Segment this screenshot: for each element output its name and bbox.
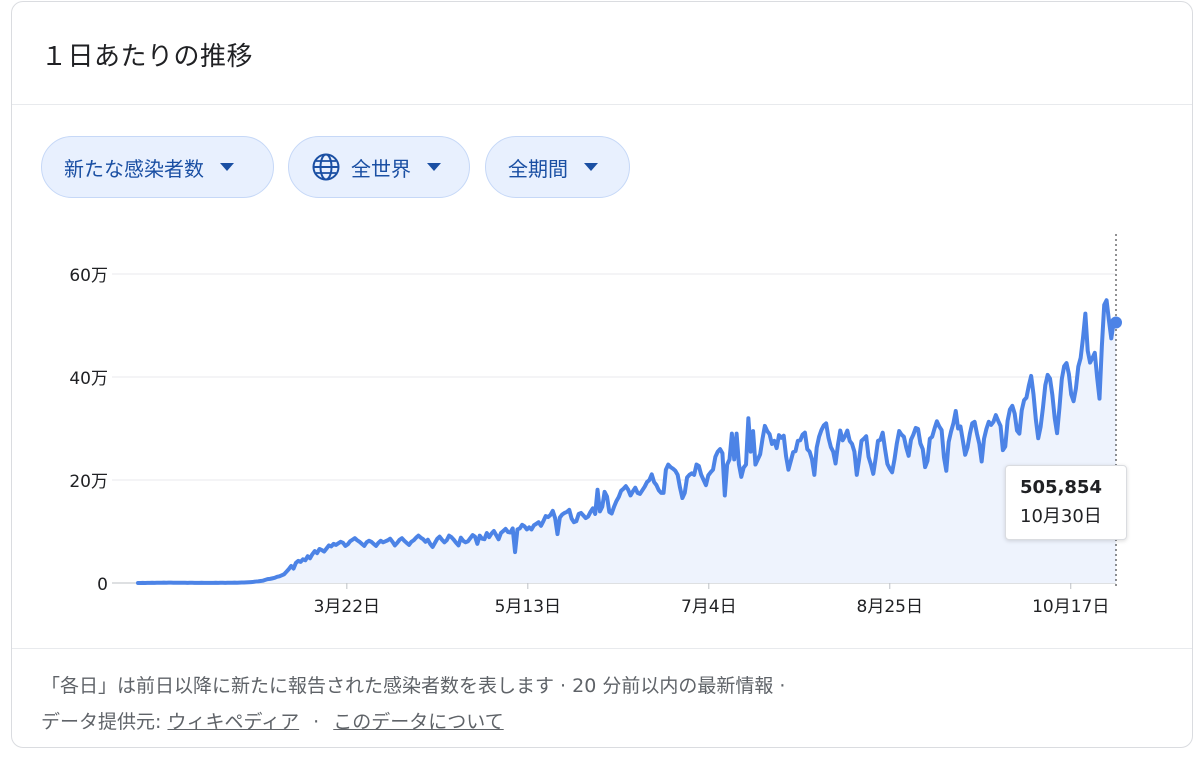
footer-note: 「各日」は前日以降に新たに報告された感染者数を表します · 20 分前以内の最新… [41,675,786,697]
x-tick-label: 3月22日 [314,597,380,617]
caret-down-icon [427,163,441,171]
tooltip-value: 505,854 [1020,477,1102,498]
y-tick-label: 40万 [69,369,108,389]
wikipedia-link[interactable]: ウィキペディア [167,711,299,733]
header-divider [12,104,1192,105]
metric-filter-button[interactable]: 新たな感染者数 [41,136,274,198]
metric-filter-label: 新たな感染者数 [64,156,204,181]
hover-tooltip: 505,854 10月30日 [1005,465,1127,540]
footer: 「各日」は前日以降に新たに報告された感染者数を表します · 20 分前以内の最新… [41,668,785,740]
globe-icon [311,152,341,182]
footer-divider [12,648,1192,649]
y-tick-label: 60万 [69,266,108,286]
caret-down-icon [584,163,598,171]
daily-trend-card: １日あたりの推移 新たな感染者数 全世界 全期間 0 20万 40万 60万 3月22日… [11,1,1193,748]
about-data-link[interactable]: このデータについて [333,711,503,733]
region-filter-button[interactable]: 全世界 [288,136,470,198]
source-separator: · [313,711,320,733]
x-tick-label: 10月17日 [1032,597,1109,617]
footer-source: データ提供元: ウィキペディア · このデータについて [41,704,785,740]
x-tick-label: 8月25日 [857,597,923,617]
tooltip-date: 10月30日 [1020,506,1102,527]
hover-point[interactable] [1110,316,1122,329]
y-tick-label: 0 [97,575,108,595]
x-tick-label: 5月13日 [495,597,561,617]
daily-cases-chart[interactable]: 0 20万 40万 60万 3月22日 5月13日 7月4日 8月25日 10月17日 [12,222,1194,662]
source-prefix: データ提供元: [41,711,162,733]
period-filter-button[interactable]: 全期間 [485,136,630,198]
caret-down-icon [220,163,234,171]
card-title: １日あたりの推移 [41,42,254,72]
region-filter-label: 全世界 [351,156,411,181]
x-tick-label: 7月4日 [681,597,737,617]
y-tick-label: 20万 [69,472,108,492]
period-filter-label: 全期間 [508,156,568,181]
